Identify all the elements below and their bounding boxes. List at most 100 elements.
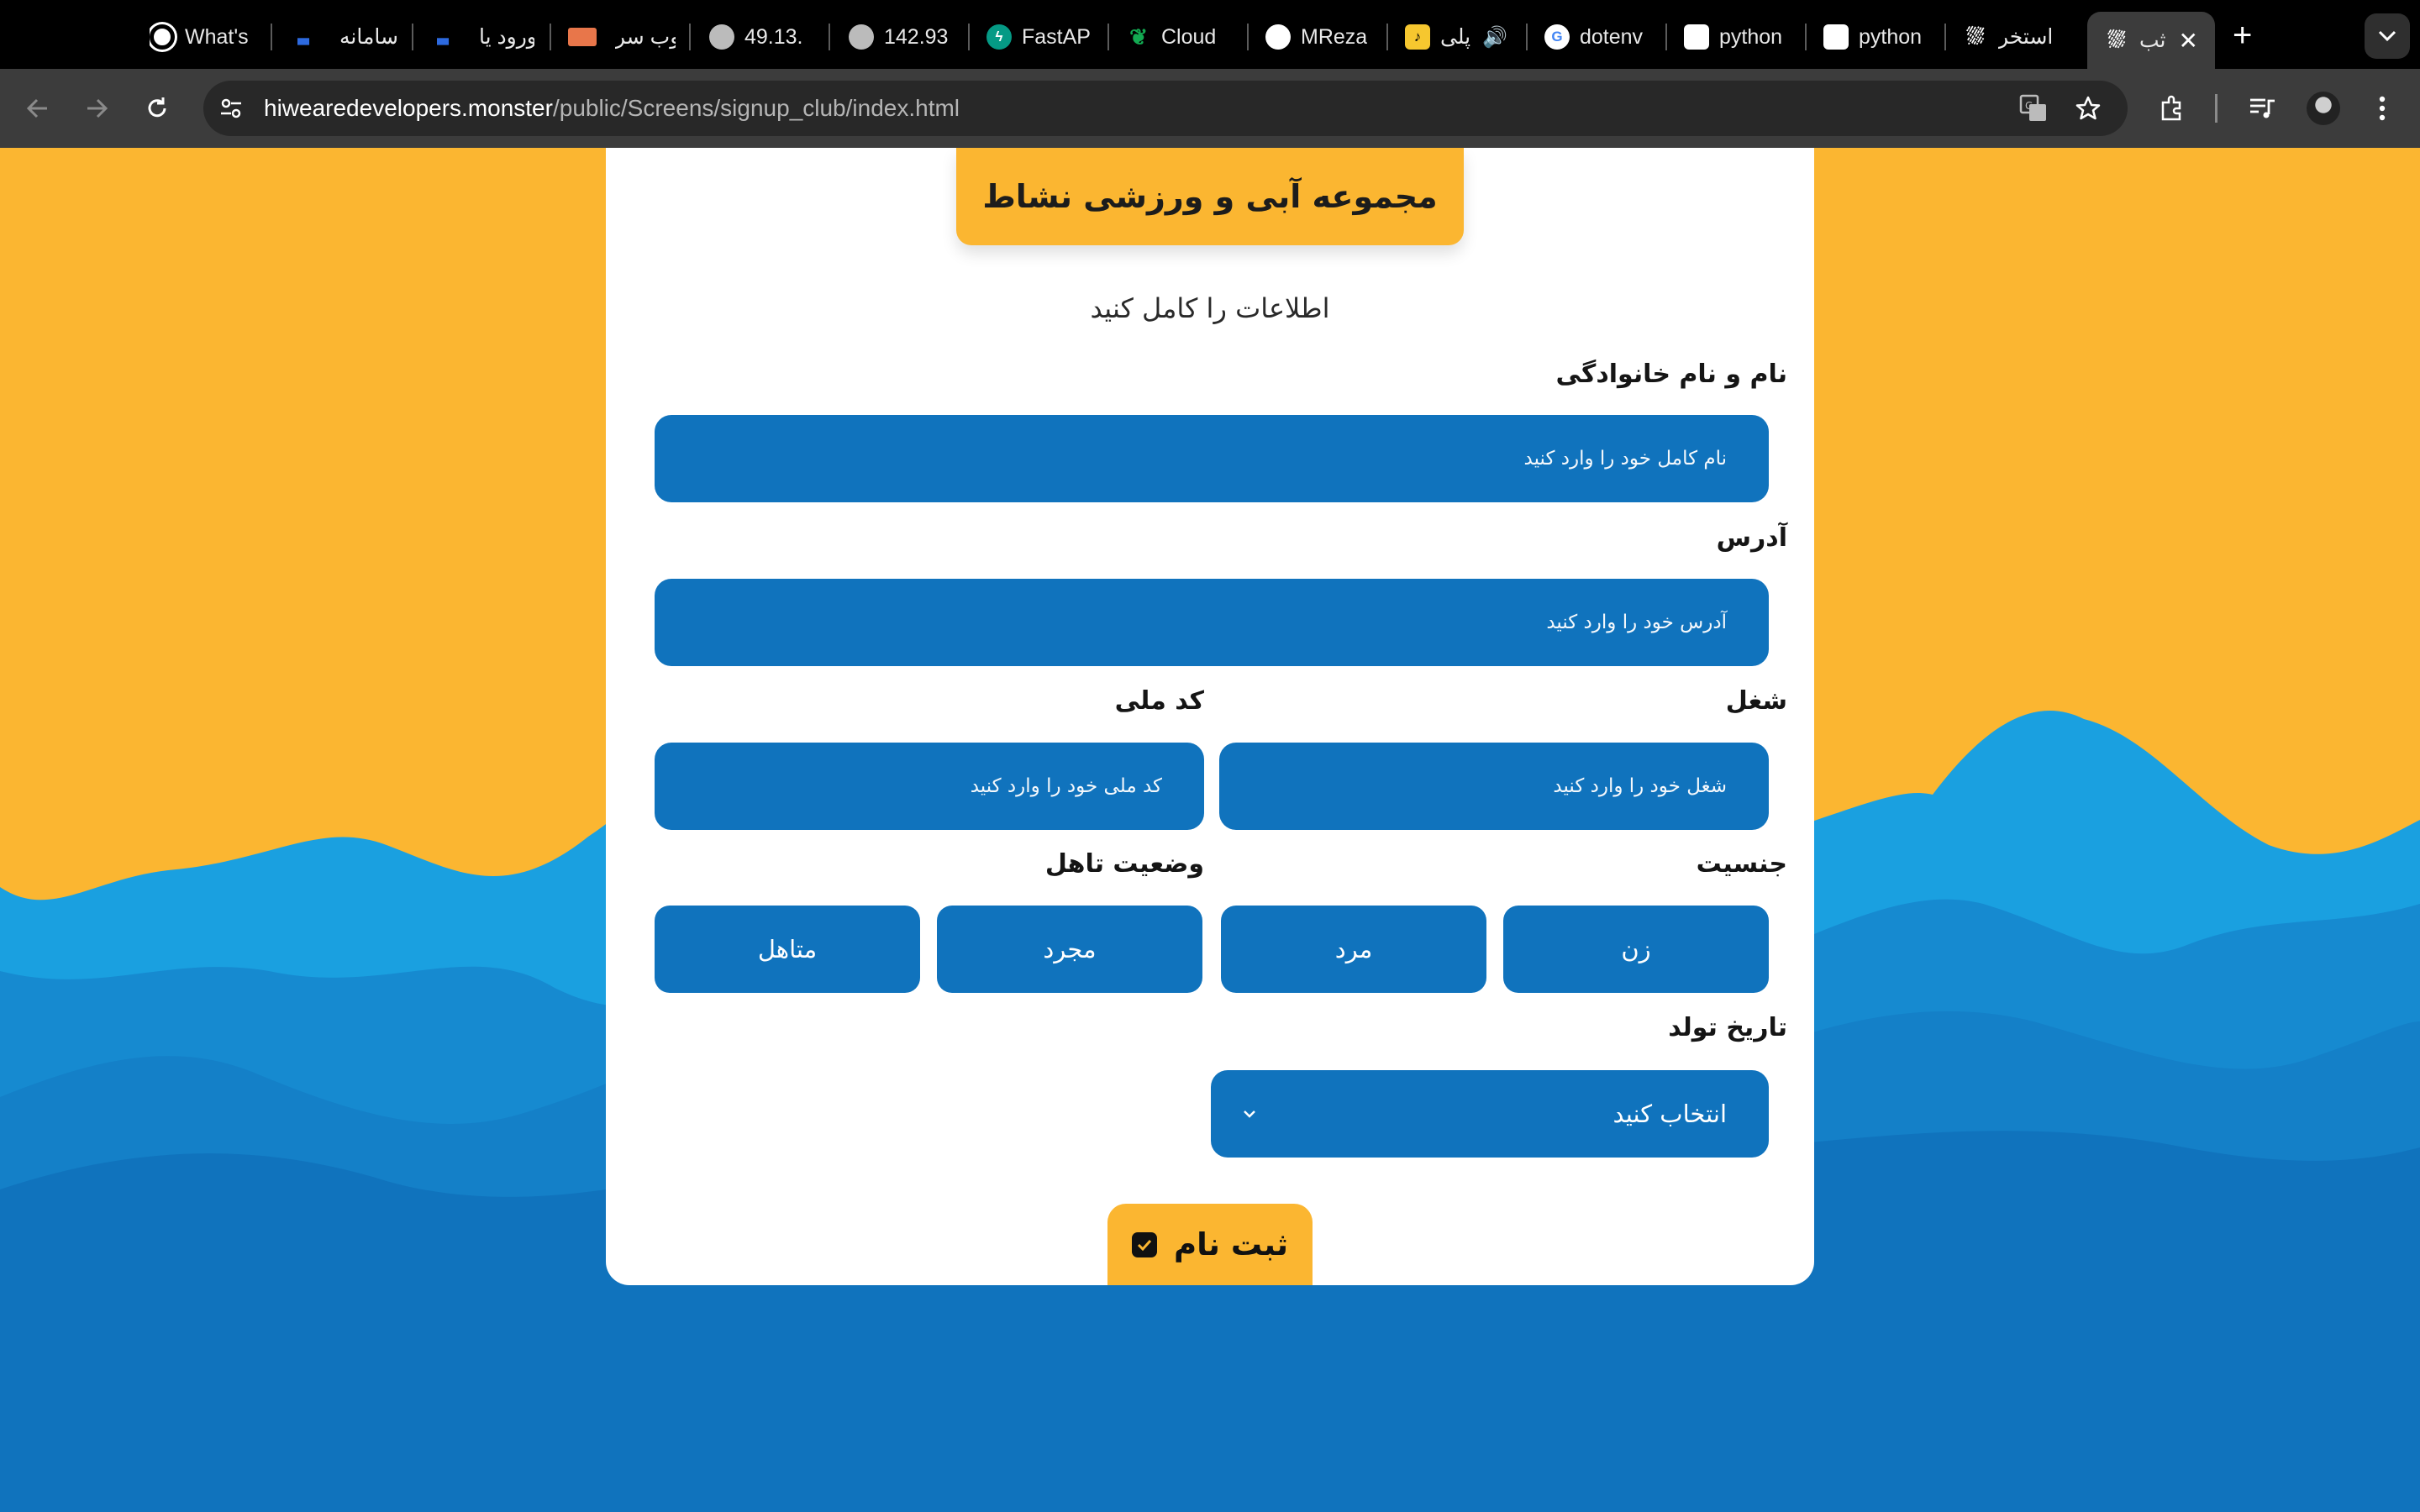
- national-code-label: کد ملی: [1114, 686, 1204, 716]
- extensions-button[interactable]: [2151, 87, 2193, 129]
- music-icon: ♪: [1405, 24, 1430, 50]
- chrome-icon: [150, 24, 175, 50]
- tab-title: dotenv: [1580, 24, 1644, 49]
- national-code-placeholder: کد ملی خود را وارد کنید: [970, 775, 1162, 797]
- gender-label: جنسیت: [1696, 849, 1787, 879]
- pool-icon: ⛆: [2107, 27, 2126, 52]
- site-icon: [568, 28, 597, 46]
- star-icon: [2075, 96, 2101, 120]
- address-label: آدرس: [1716, 523, 1787, 553]
- forward-button[interactable]: [76, 87, 118, 129]
- marital-label: وضعیت تاهل: [1044, 849, 1204, 879]
- toolbar-divider: [2215, 94, 2217, 123]
- profile-avatar[interactable]: [2302, 87, 2344, 129]
- forward-arrow-icon: [87, 98, 108, 118]
- new-tab-icon[interactable]: +: [2233, 18, 2252, 52]
- tab-title: وب سر: [615, 25, 676, 49]
- checkbox-check-icon: [1132, 1231, 1158, 1257]
- browser-tab-bar: What's ▃ سامانه ▃ ورود یا وب سر 49.13. 1…: [0, 0, 2420, 69]
- tab-title: Cloud: [1161, 24, 1217, 49]
- reload-button[interactable]: [136, 87, 178, 129]
- browser-menu-button[interactable]: [2361, 87, 2403, 129]
- browser-tab[interactable]: What's: [150, 13, 252, 60]
- fullname-input[interactable]: نام کامل خود را وارد کنید: [655, 415, 1769, 502]
- speaker-icon[interactable]: 🔊: [1482, 25, 1507, 50]
- translate-button[interactable]: G: [2012, 87, 2054, 129]
- submit-label: ثبت نام: [1174, 1226, 1288, 1263]
- mongodb-icon: ❦: [1129, 24, 1148, 50]
- tab-title: 142.93: [884, 24, 949, 49]
- browser-tab-active[interactable]: ⛆ ثب ✕: [2087, 12, 2215, 69]
- job-placeholder: شغل خود را وارد کنید: [1553, 775, 1727, 797]
- site-info-button[interactable]: [210, 87, 252, 129]
- url-path: /public/Screens/signup_club/index.html: [552, 95, 960, 121]
- tab-title: پلی: [1440, 25, 1471, 49]
- tab-title: 49.13.: [744, 24, 803, 49]
- svg-text:G: G: [2025, 100, 2033, 112]
- browser-tab[interactable]: G dotenv: [1544, 13, 1649, 60]
- tune-icon: [221, 98, 241, 118]
- cube-icon: [1684, 24, 1709, 50]
- signup-card: مجموعه آبی و ورزشی نشاط اطلاعات را کامل …: [606, 148, 1814, 1285]
- media-control-button[interactable]: [2242, 87, 2284, 129]
- page-title: مجموعه آبی و ورزشی نشاط: [956, 148, 1464, 245]
- tab-title: FastAP: [1022, 24, 1091, 49]
- playlist-music-icon: [2250, 98, 2275, 118]
- fastapi-icon: ϟ: [986, 24, 1012, 50]
- browser-tab[interactable]: 49.13.: [709, 13, 810, 60]
- tab-title: استخر: [1998, 25, 2054, 49]
- birthdate-selected: انتخاب کنید: [1612, 1100, 1727, 1128]
- browser-tab[interactable]: ϟ FastAP: [986, 13, 1091, 60]
- tab-title: What's: [185, 24, 249, 49]
- browser-tab[interactable]: ▃ ورود یا: [429, 13, 534, 60]
- address-placeholder: آدرس خود را وارد کنید: [1546, 612, 1727, 633]
- address-input[interactable]: آدرس خود را وارد کنید: [655, 579, 1769, 666]
- cube-icon: [1823, 24, 1849, 50]
- globe-icon: [849, 24, 874, 50]
- browser-tab[interactable]: ❦ Cloud: [1126, 13, 1227, 60]
- job-input[interactable]: شغل خود را وارد کنید: [1219, 743, 1769, 830]
- site-icon: ▃: [437, 29, 449, 45]
- tab-title: python: [1859, 24, 1923, 49]
- marital-single-button[interactable]: مجرد: [937, 906, 1202, 993]
- marital-married-button[interactable]: متاهل: [655, 906, 920, 993]
- submit-button[interactable]: ثبت نام: [1107, 1204, 1313, 1285]
- globe-icon: [709, 24, 734, 50]
- site-icon: ▃: [297, 29, 309, 45]
- fullname-placeholder: نام کامل خود را وارد کنید: [1523, 448, 1728, 470]
- browser-tab[interactable]: ▃ سامانه: [289, 13, 398, 60]
- tab-title: ورود یا: [479, 25, 534, 49]
- tab-search-button[interactable]: [2365, 13, 2410, 59]
- puzzle-icon: [2161, 95, 2181, 121]
- tab-title: python: [1719, 24, 1783, 49]
- browser-tab[interactable]: 142.93: [849, 13, 951, 60]
- browser-tab[interactable]: python: [1684, 13, 1788, 60]
- tab-title: MReza: [1301, 24, 1368, 49]
- reload-icon: [148, 97, 166, 118]
- back-arrow-icon: [26, 98, 47, 118]
- close-icon[interactable]: ✕: [2179, 27, 2198, 55]
- browser-tab[interactable]: MReza: [1265, 13, 1370, 60]
- back-button[interactable]: [17, 87, 59, 129]
- avatar-icon: [2307, 92, 2340, 125]
- browser-tab[interactable]: ♪ پلی 🔊: [1405, 13, 1511, 60]
- job-label: شغل: [1725, 686, 1787, 716]
- gender-male-button[interactable]: مرد: [1221, 906, 1486, 993]
- browser-toolbar: hiwearedevelopers.monster/public/Screens…: [0, 69, 2420, 148]
- fullname-label: نام و نام خانوادگی: [1555, 360, 1787, 389]
- national-code-input[interactable]: کد ملی خود را وارد کنید: [655, 743, 1204, 830]
- google-icon: G: [1544, 24, 1570, 50]
- page-viewport: مجموعه آبی و ورزشی نشاط اطلاعات را کامل …: [0, 148, 2420, 1512]
- more-vert-icon: [2379, 96, 2386, 121]
- browser-tab[interactable]: ⛆ استخر: [1963, 13, 2067, 60]
- browser-tab[interactable]: وب سر: [568, 13, 676, 60]
- tab-title: ثب: [2139, 29, 2166, 52]
- url-text[interactable]: hiwearedevelopers.monster/public/Screens…: [264, 69, 960, 148]
- gender-female-button[interactable]: زن: [1503, 906, 1769, 993]
- bookmark-button[interactable]: [2067, 87, 2109, 129]
- url-host: hiwearedevelopers.monster: [264, 95, 553, 121]
- chevron-down-icon: [1244, 1110, 1255, 1118]
- birthdate-select[interactable]: انتخاب کنید: [1211, 1070, 1769, 1158]
- chevron-down-icon: [2378, 30, 2396, 42]
- browser-tab[interactable]: python: [1823, 13, 1928, 60]
